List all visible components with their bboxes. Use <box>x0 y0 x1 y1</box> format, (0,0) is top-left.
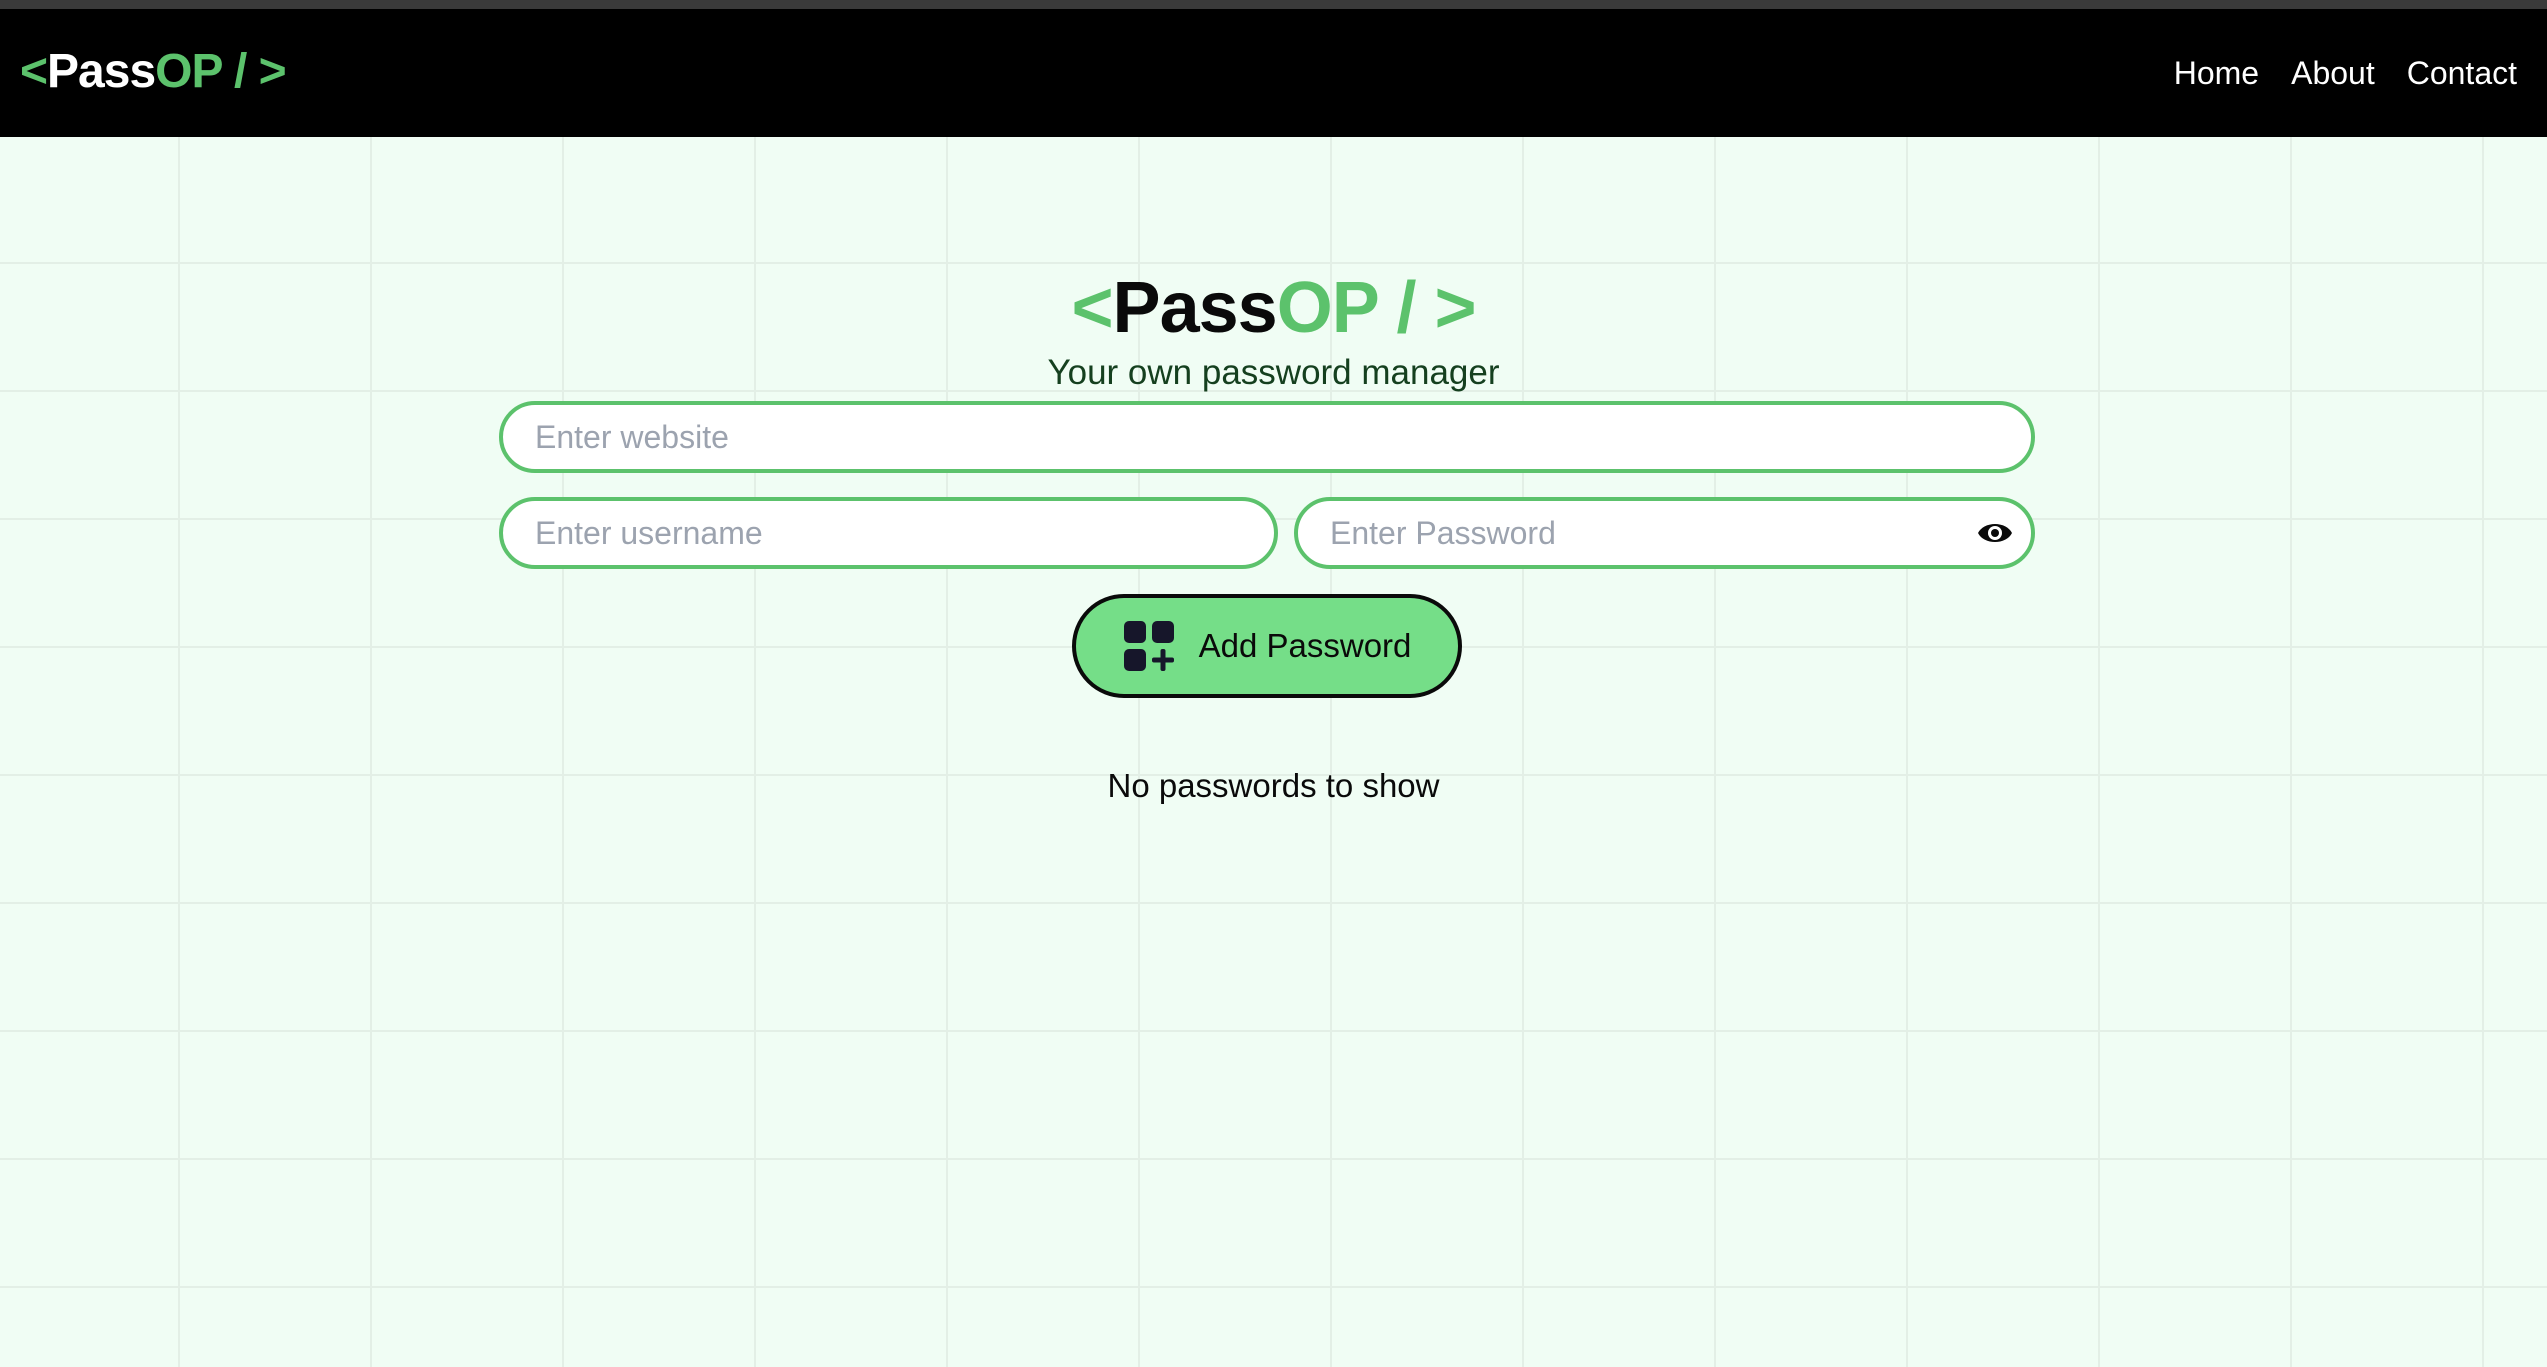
window-top-strip <box>0 0 2547 9</box>
hero-logo-pass: Pass <box>1112 268 1278 348</box>
password-input[interactable] <box>1294 497 2035 569</box>
nav-link-home[interactable]: Home <box>2174 53 2259 93</box>
hero-logo-close-bracket: / > <box>1377 268 1476 348</box>
nav-link-about[interactable]: About <box>2291 53 2375 93</box>
hero-logo-open-bracket: < <box>1071 268 1114 348</box>
hero-logo-op: OP <box>1276 268 1379 348</box>
nav-link-contact[interactable]: Contact <box>2407 53 2517 93</box>
add-grid-icon <box>1123 621 1174 671</box>
navbar: <PassOP / > Home About Contact <box>0 9 2547 137</box>
add-password-button[interactable]: Add Password <box>1072 594 1462 698</box>
nav-logo-close-bracket: / > <box>221 45 287 98</box>
nav-logo-open-bracket: < <box>20 45 48 98</box>
eye-icon[interactable] <box>1977 517 2013 549</box>
add-password-label: Add Password <box>1198 627 1412 664</box>
nav-logo-op: OP <box>155 45 222 98</box>
empty-passwords-message: No passwords to show <box>1107 767 1440 804</box>
nav-logo-pass: Pass <box>47 45 156 98</box>
username-input[interactable] <box>499 497 1278 569</box>
page-subtitle: Your own password manager <box>1047 353 1500 392</box>
hero-logo: <PassOP / > <box>0 266 2547 350</box>
nav-links: Home About Contact <box>2174 53 2517 93</box>
nav-logo[interactable]: <PassOP / > <box>20 40 287 104</box>
website-input[interactable] <box>499 401 2035 473</box>
